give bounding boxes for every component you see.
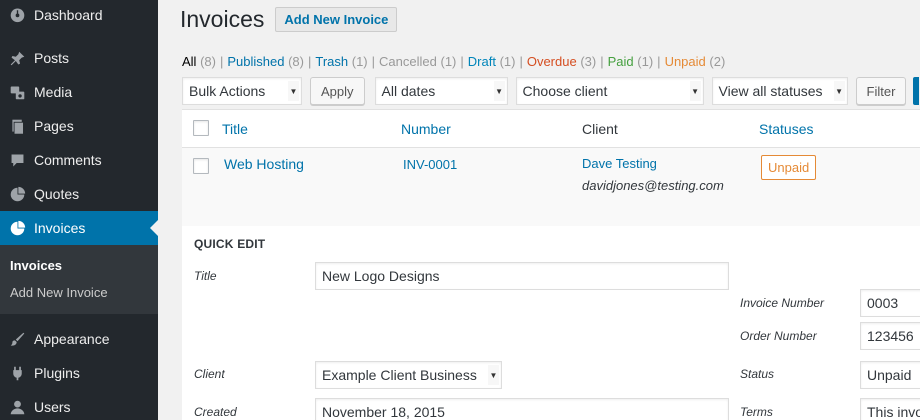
submenu-item-add-new-invoice[interactable]: Add New Invoice bbox=[0, 279, 158, 306]
status-field[interactable]: Unpaid bbox=[860, 361, 920, 389]
column-client: Client bbox=[582, 121, 618, 137]
select-all-checkbox[interactable] bbox=[193, 120, 209, 136]
pie-chart-icon bbox=[7, 218, 27, 238]
title-label: Title bbox=[194, 269, 217, 283]
created-field[interactable]: November 18, 2015 bbox=[315, 398, 729, 420]
sidebar-item-plugins[interactable]: Plugins bbox=[0, 356, 158, 390]
dates-select[interactable]: All dates ▼ bbox=[374, 77, 508, 105]
page-title: Invoices bbox=[180, 6, 265, 32]
brush-icon bbox=[7, 329, 27, 349]
invoice-title-link[interactable]: Web Hosting bbox=[224, 156, 304, 172]
page-header: Invoices Add New Invoice bbox=[180, 6, 398, 33]
status-badge: Unpaid bbox=[761, 155, 817, 180]
client-select[interactable]: Choose client ▼ bbox=[515, 77, 704, 105]
sidebar-item-pages[interactable]: Pages bbox=[0, 109, 158, 143]
order-number-field[interactable]: 123456 bbox=[860, 322, 920, 350]
plug-icon bbox=[7, 363, 27, 383]
client-dropdown[interactable]: Example Client Business ▼ bbox=[315, 361, 502, 389]
sidebar-item-label: Posts bbox=[34, 50, 70, 66]
created-label: Created bbox=[194, 405, 237, 419]
terms-label: Terms bbox=[740, 405, 773, 419]
media-icon bbox=[7, 82, 27, 102]
admin-sidebar: Dashboard Posts Media Pages Comments Quo… bbox=[0, 0, 158, 420]
chevron-down-icon: ▼ bbox=[689, 81, 701, 101]
sidebar-item-label: Quotes bbox=[34, 186, 80, 202]
column-statuses[interactable]: Statuses bbox=[759, 121, 813, 137]
user-icon bbox=[7, 397, 27, 417]
invoice-number-link[interactable]: INV-0001 bbox=[403, 157, 457, 172]
bulk-actions-select[interactable]: Bulk Actions ▼ bbox=[182, 77, 302, 105]
invoice-number-field[interactable]: 0003 bbox=[860, 289, 920, 317]
submenu-item-invoices[interactable]: Invoices bbox=[0, 252, 158, 279]
column-title[interactable]: Title bbox=[222, 121, 248, 137]
sidebar-item-label: Plugins bbox=[34, 365, 80, 381]
invoices-submenu: Invoices Add New Invoice bbox=[0, 245, 158, 314]
sidebar-item-appearance[interactable]: Appearance bbox=[0, 322, 158, 356]
sidebar-item-invoices[interactable]: Invoices bbox=[0, 211, 158, 245]
sidebar-item-label: Invoices bbox=[34, 220, 86, 236]
status-filter-links: All (8) | Published (8) | Trash (1) | Cancelle… bbox=[182, 54, 726, 69]
filter-overdue[interactable]: Overdue (3) bbox=[527, 54, 596, 69]
table-nav: Bulk Actions ▼ Apply All dates ▼ Choose … bbox=[182, 77, 920, 105]
filter-trash[interactable]: Trash (1) bbox=[315, 54, 367, 69]
pin-icon bbox=[7, 48, 27, 68]
terms-field[interactable]: This invo bbox=[860, 398, 920, 420]
quick-edit-panel: QUICK EDIT Title New Logo Designs Invoic… bbox=[182, 226, 920, 420]
sidebar-item-comments[interactable]: Comments bbox=[0, 143, 158, 177]
column-number[interactable]: Number bbox=[401, 121, 451, 137]
client-name-link[interactable]: Dave Testing bbox=[582, 156, 657, 171]
table-header-row: Title Number Client Statuses bbox=[182, 110, 920, 148]
sidebar-item-posts[interactable]: Posts bbox=[0, 41, 158, 75]
sidebar-item-label: Pages bbox=[34, 118, 74, 134]
table-row: Web Hosting INV-0001 Dave Testing davidj… bbox=[182, 148, 920, 226]
pages-icon bbox=[7, 116, 27, 136]
filter-published[interactable]: Published (8) bbox=[227, 54, 304, 69]
statuses-select[interactable]: View all statuses ▼ bbox=[711, 77, 848, 105]
chevron-down-icon: ▼ bbox=[288, 81, 299, 101]
sidebar-item-label: Appearance bbox=[34, 331, 110, 347]
filter-button[interactable]: Filter bbox=[855, 77, 907, 105]
comments-icon bbox=[7, 150, 27, 170]
sidebar-item-label: Media bbox=[34, 84, 73, 100]
invoice-number-label: Invoice Number bbox=[740, 296, 825, 310]
sidebar-item-media[interactable]: Media bbox=[0, 75, 158, 109]
filter-cancelled[interactable]: Cancelled (1) bbox=[379, 54, 456, 69]
chevron-down-icon: ▼ bbox=[493, 81, 505, 101]
status-label: Status bbox=[740, 367, 775, 381]
apply-button[interactable]: Apply bbox=[310, 77, 365, 105]
sidebar-item-dashboard[interactable]: Dashboard bbox=[0, 0, 158, 29]
filter-draft[interactable]: Draft (1) bbox=[468, 54, 516, 69]
sidebar-item-label: Comments bbox=[34, 152, 102, 168]
sidebar-item-users[interactable]: Users bbox=[0, 390, 158, 420]
sidebar-item-quotes[interactable]: Quotes bbox=[0, 177, 158, 211]
invoices-table: Title Number Client Statuses Web Hosting… bbox=[182, 109, 920, 226]
pie-chart-icon bbox=[7, 184, 27, 204]
sidebar-item-label: Users bbox=[34, 399, 71, 415]
row-checkbox[interactable] bbox=[193, 158, 209, 174]
chevron-down-icon: ▼ bbox=[488, 365, 499, 385]
order-number-label: Order Number bbox=[740, 329, 817, 343]
title-field[interactable]: New Logo Designs bbox=[315, 262, 729, 290]
primary-button-edge[interactable] bbox=[913, 77, 920, 105]
filter-paid[interactable]: Paid (1) bbox=[608, 54, 654, 69]
add-new-invoice-button[interactable]: Add New Invoice bbox=[275, 7, 398, 32]
chevron-down-icon: ▼ bbox=[833, 81, 845, 101]
filter-unpaid[interactable]: Unpaid (2) bbox=[665, 54, 726, 69]
main-content: Invoices Add New Invoice All (8) | Publish… bbox=[180, 0, 920, 420]
dashboard-icon bbox=[7, 5, 27, 25]
quick-edit-heading: QUICK EDIT bbox=[194, 237, 266, 251]
filter-all[interactable]: All (8) bbox=[182, 54, 216, 69]
client-email: davidjones@testing.com bbox=[582, 178, 724, 193]
sidebar-item-label: Dashboard bbox=[34, 6, 103, 23]
client-label: Client bbox=[194, 367, 225, 381]
